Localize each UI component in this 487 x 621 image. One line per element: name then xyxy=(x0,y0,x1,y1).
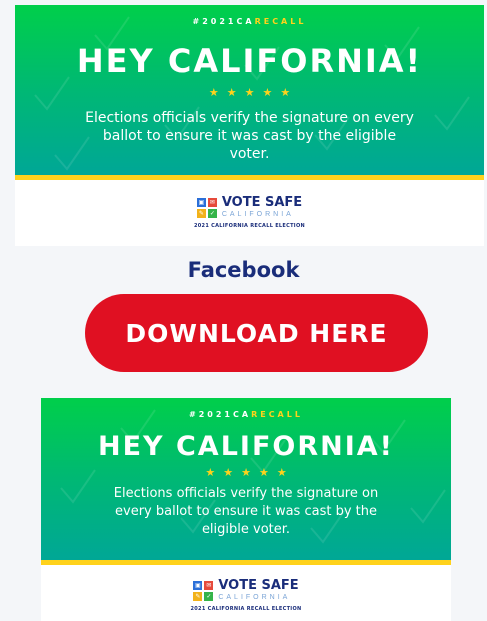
star-icon: ★ xyxy=(226,87,237,99)
logo-subtitle: CALIFORNIA xyxy=(221,211,294,218)
yellow-divider xyxy=(41,560,451,565)
logo-title: VOTE SAFE xyxy=(221,195,303,210)
social-graphic-card-2: #2021CARECALL HEY CALIFORNIA! ★ ★ ★ ★ ★ … xyxy=(41,398,451,621)
yellow-divider xyxy=(15,175,484,180)
star-rating: ★ ★ ★ ★ ★ xyxy=(205,468,286,479)
star-rating: ★ ★ ★ ★ ★ xyxy=(209,88,290,99)
star-icon: ★ xyxy=(258,467,269,479)
ballot-box-icon: ▣ xyxy=(193,581,203,590)
vote-safe-logo: ▣ ✉ ✎ ✓ VOTE SAFE CALIFORNIA 2021 CALIFO… xyxy=(15,195,484,230)
social-graphic-card-1: #2021CARECALL HEY CALIFORNIA! ★ ★ ★ ★ ★ … xyxy=(15,5,484,246)
logo-subtitle: CALIFORNIA xyxy=(218,594,291,601)
logo-tagline: 2021 CALIFORNIA RECALL ELECTION xyxy=(193,223,306,229)
pencil-icon: ✎ xyxy=(196,209,206,218)
download-button[interactable]: DOWNLOAD HERE xyxy=(85,294,428,372)
headline: HEY CALIFORNIA! xyxy=(76,42,423,80)
checkmark-icon: ✓ xyxy=(207,209,217,218)
star-icon: ★ xyxy=(244,87,255,99)
star-icon: ★ xyxy=(241,467,251,479)
star-icon: ★ xyxy=(280,87,291,99)
star-icon: ★ xyxy=(262,87,273,99)
logo-tagline: 2021 CALIFORNIA RECALL ELECTION xyxy=(190,606,302,612)
message-text: Elections officials verify the signature… xyxy=(85,110,414,162)
star-icon: ★ xyxy=(205,467,216,479)
star-icon: ★ xyxy=(208,87,219,99)
green-banner: #2021CARECALL HEY CALIFORNIA! ★ ★ ★ ★ ★ … xyxy=(41,398,451,560)
envelope-icon: ✉ xyxy=(207,198,217,207)
vote-safe-logo: ▣ ✉ ✎ ✓ VOTE SAFE CALIFORNIA 2021 CALIFO… xyxy=(41,578,451,613)
hashtag: #2021CARECALL xyxy=(189,410,303,419)
headline: HEY CALIFORNIA! xyxy=(98,431,394,462)
ballot-box-icon: ▣ xyxy=(196,198,206,207)
logo-title: VOTE SAFE xyxy=(218,578,299,593)
envelope-icon: ✉ xyxy=(204,581,214,590)
checkmark-icon: ✓ xyxy=(204,592,214,601)
message-text: Elections officials verify the signature… xyxy=(113,486,379,537)
star-icon: ★ xyxy=(276,467,287,479)
logo-tiles: ▣ ✉ ✎ ✓ xyxy=(193,581,214,601)
logo-tiles: ▣ ✉ ✎ ✓ xyxy=(196,198,217,218)
green-banner: #2021CARECALL HEY CALIFORNIA! ★ ★ ★ ★ ★ … xyxy=(15,5,484,175)
hashtag: #2021CARECALL xyxy=(192,17,307,26)
section-label: Facebook xyxy=(187,258,300,282)
pencil-icon: ✎ xyxy=(193,592,203,601)
star-icon: ★ xyxy=(223,467,234,479)
